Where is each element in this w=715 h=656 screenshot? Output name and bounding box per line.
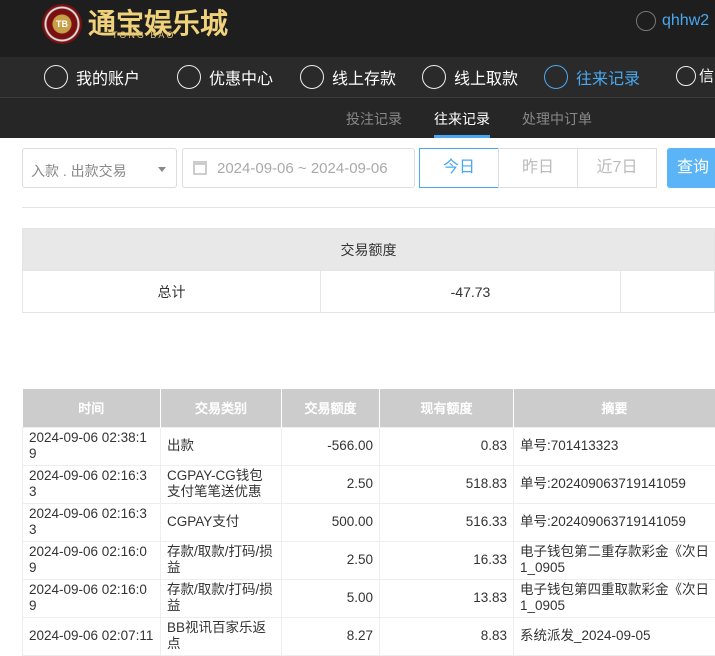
tab-bet-records[interactable]: 投注记录	[346, 109, 402, 129]
bell-icon	[676, 66, 696, 86]
time-cell: 2024-09-06 02:16:09	[23, 541, 161, 579]
divider	[22, 207, 715, 208]
date-range-value: 2024-09-06 ~ 2024-09-06	[217, 160, 388, 177]
table-row: 2024-09-06 02:07:11BB视讯百家乐返点8.278.83系统派发…	[23, 617, 715, 655]
user-icon	[636, 11, 656, 31]
type-cell: 存款/取款/打码/损益	[161, 579, 282, 617]
nav-promotions[interactable]: 优惠中心	[177, 65, 273, 89]
nav-my-account[interactable]: 我的账户	[44, 65, 140, 89]
gift-icon	[177, 65, 201, 89]
active-tab-indicator	[434, 135, 490, 138]
table-row: 2024-09-06 02:16:33CGPAY支付500.00516.33单号…	[23, 503, 715, 541]
balance-cell: 516.33	[380, 503, 514, 541]
user-icon	[44, 65, 68, 89]
nav-deposit[interactable]: 线上存款	[300, 65, 396, 89]
withdraw-icon	[422, 65, 446, 89]
type-cell: CGPAY支付	[161, 503, 282, 541]
summary-cell: 电子钱包第二重存款彩金《次日1_0905	[514, 541, 715, 579]
type-cell: 出款	[161, 427, 282, 465]
deposit-icon	[300, 65, 324, 89]
amount-cell: 8.27	[282, 617, 380, 655]
column-header: 交易额度	[282, 389, 380, 427]
summary-value: -47.73	[321, 271, 621, 313]
type-cell: 存款/取款/打码/损益	[161, 541, 282, 579]
date-range-input[interactable]: 2024-09-06 ~ 2024-09-06	[182, 148, 415, 188]
table-row: 2024-09-06 02:16:09存款/取款/打码/损益5.0013.83电…	[23, 579, 715, 617]
amount-cell: 500.00	[282, 503, 380, 541]
nav-label: 信	[699, 65, 714, 86]
nav-label: 优惠中心	[209, 65, 273, 89]
summary-cell: 电子钱包第四重取款彩金《次日1_0905	[514, 579, 715, 617]
type-cell: BB视讯百家乐返点	[161, 617, 282, 655]
nav-messages[interactable]: 信	[676, 65, 714, 86]
nav-label: 我的账户	[76, 65, 140, 89]
time-cell: 2024-09-06 02:16:09	[23, 579, 161, 617]
records-icon	[544, 65, 568, 89]
balance-cell: 0.83	[380, 427, 514, 465]
sub-nav: 投注记录 往来记录 处理中订单	[0, 98, 715, 138]
summary-cell: 系统派发_2024-09-05	[514, 617, 715, 655]
time-cell: 2024-09-06 02:16:33	[23, 465, 161, 503]
logo-chip: TB	[42, 4, 82, 44]
amount-cell: -566.00	[282, 427, 380, 465]
nav-records[interactable]: 往来记录	[544, 65, 640, 89]
column-header: 现有额度	[380, 389, 514, 427]
nav-label: 线上取款	[454, 65, 518, 89]
table-row: 2024-09-06 02:38:19出款-566.000.83单号:70141…	[23, 427, 715, 465]
transactions-table: 时间交易类别交易额度现有额度摘要 2024-09-06 02:38:19出款-5…	[22, 389, 715, 656]
summary-empty-cell	[621, 271, 715, 313]
summary-cell: 单号:202409063719141059	[514, 503, 715, 541]
nav-withdraw[interactable]: 线上取款	[422, 65, 518, 89]
summary-header: 交易额度	[23, 229, 715, 271]
amount-cell: 5.00	[282, 579, 380, 617]
table-row: 2024-09-06 02:16:33CGPAY-CG钱包支付笔笔送优惠2.50…	[23, 465, 715, 503]
summary-table: 交易额度 总计-47.73	[22, 228, 715, 313]
transaction-type-select[interactable]: 入款 . 出款交易	[22, 148, 177, 188]
amount-cell: 2.50	[282, 541, 380, 579]
main-nav: 我的账户 优惠中心 线上存款 线上取款 往来记录 信	[0, 57, 715, 98]
today-button[interactable]: 今日	[419, 148, 499, 188]
column-header: 时间	[23, 389, 161, 427]
top-bar: TB 通宝娱乐城 TONG BAO qhhw2	[0, 0, 715, 57]
tab-pending-orders[interactable]: 处理中订单	[522, 109, 592, 129]
nav-label: 线上存款	[332, 65, 396, 89]
time-cell: 2024-09-06 02:16:33	[23, 503, 161, 541]
nav-label: 往来记录	[576, 65, 640, 89]
summary-label: 总计	[23, 271, 321, 313]
column-header: 交易类别	[161, 389, 282, 427]
column-header: 摘要	[514, 389, 715, 427]
balance-cell: 8.83	[380, 617, 514, 655]
username: qhhw2	[662, 12, 709, 30]
balance-cell: 16.33	[380, 541, 514, 579]
time-cell: 2024-09-06 02:07:11	[23, 617, 161, 655]
time-cell: 2024-09-06 02:38:19	[23, 427, 161, 465]
tab-transaction-records[interactable]: 往来记录	[434, 109, 490, 129]
logo-subtext: TONG BAO	[112, 30, 175, 40]
yesterday-button[interactable]: 昨日	[498, 148, 578, 188]
calendar-icon	[193, 161, 207, 175]
summary-cell: 单号:701413323	[514, 427, 715, 465]
amount-cell: 2.50	[282, 465, 380, 503]
type-cell: CGPAY-CG钱包支付笔笔送优惠	[161, 465, 282, 503]
user-menu[interactable]: qhhw2	[636, 11, 709, 31]
last-7-days-button[interactable]: 近7日	[577, 148, 657, 188]
summary-cell: 单号:202409063719141059	[514, 465, 715, 503]
balance-cell: 518.83	[380, 465, 514, 503]
table-row: 2024-09-06 02:16:09存款/取款/打码/损益2.5016.33电…	[23, 541, 715, 579]
balance-cell: 13.83	[380, 579, 514, 617]
filter-bar: 入款 . 出款交易 2024-09-06 ~ 2024-09-06 今日 昨日 …	[22, 148, 715, 188]
query-button[interactable]: 查询	[667, 148, 715, 188]
